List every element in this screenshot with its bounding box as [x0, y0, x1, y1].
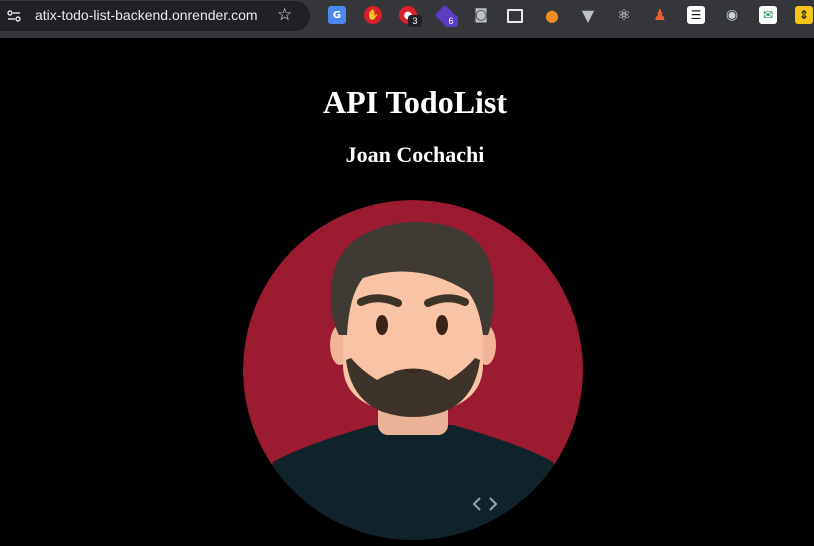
- mail-icon[interactable]: ✉: [759, 6, 777, 24]
- extension-figure-icon[interactable]: ♟: [651, 6, 669, 24]
- adblock-icon[interactable]: ✋: [364, 6, 382, 24]
- arrows-icon[interactable]: ⇕: [795, 6, 813, 24]
- camera-icon[interactable]: ◙: [472, 6, 490, 24]
- glasses-icon[interactable]: ◉: [723, 6, 741, 24]
- code-icon: [472, 497, 498, 511]
- extension-badge: 6: [444, 15, 458, 27]
- react-devtools-icon[interactable]: ⚛: [615, 6, 633, 24]
- picture-in-picture-icon[interactable]: [507, 9, 523, 23]
- author-name: Joan Cochachi: [345, 142, 485, 167]
- page-title: API TodoList: [322, 84, 508, 120]
- address-bar[interactable]: atix-todo-list-backend.onrender.com ☆: [0, 1, 310, 31]
- avatar: [243, 200, 583, 540]
- extension-badge: 3: [408, 15, 422, 27]
- bookmark-star-icon[interactable]: ☆: [277, 5, 292, 25]
- vue-devtools-icon[interactable]: ▼: [579, 6, 597, 25]
- extension-orange-icon[interactable]: ●: [543, 6, 561, 25]
- browser-toolbar: atix-todo-list-backend.onrender.com ☆ G …: [0, 0, 814, 38]
- google-translate-icon[interactable]: G: [328, 6, 346, 24]
- site-info-icon[interactable]: [7, 9, 21, 23]
- url-text[interactable]: atix-todo-list-backend.onrender.com: [35, 7, 258, 23]
- list-icon[interactable]: ☰: [687, 6, 705, 24]
